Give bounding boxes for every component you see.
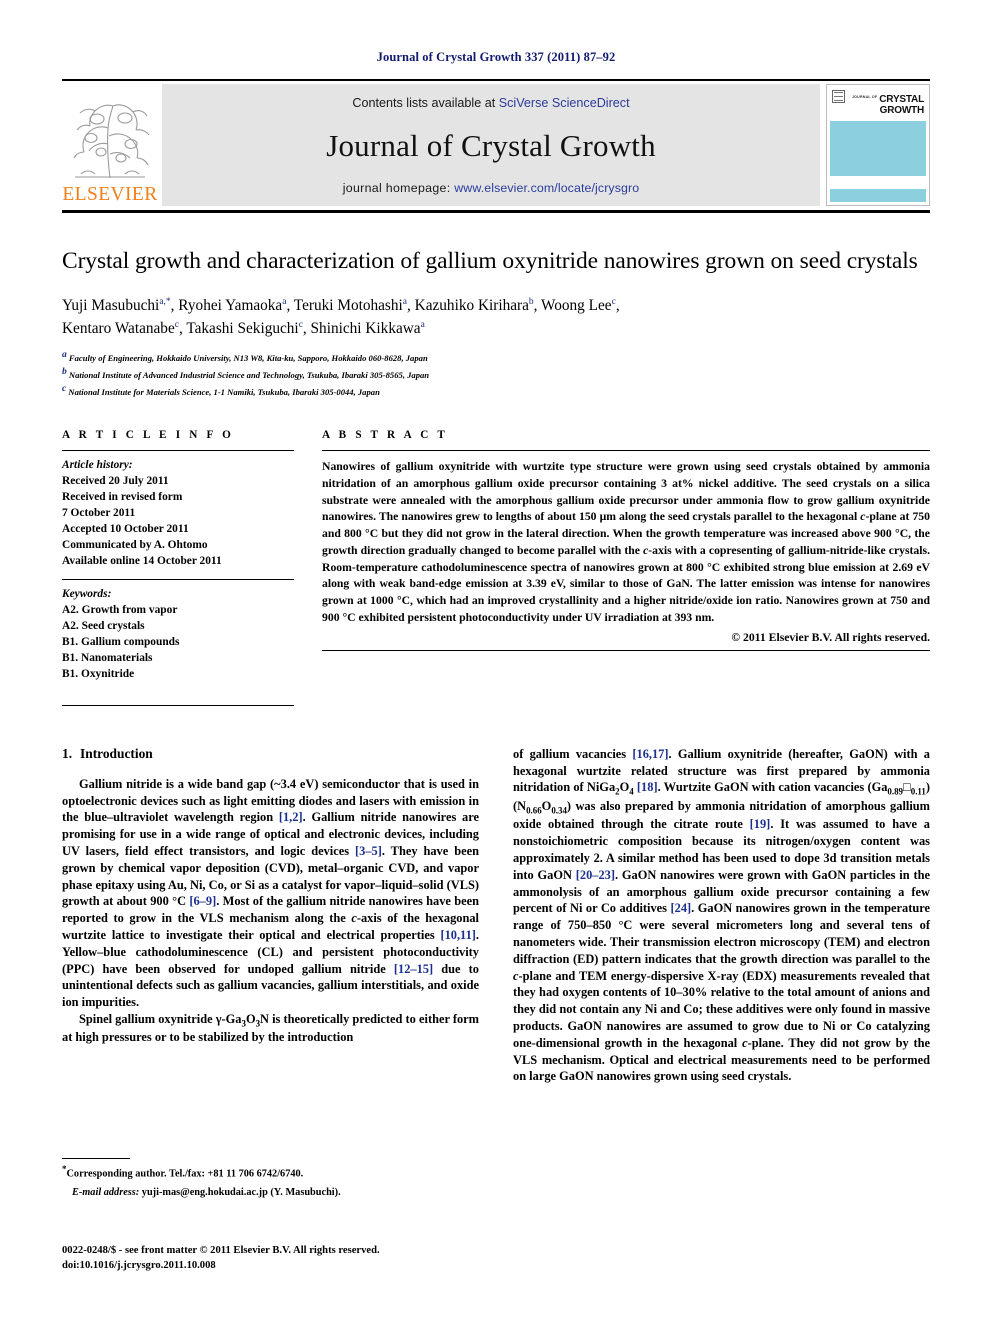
journal-cover-thumbnail[interactable]: JOURNAL OF CRYSTAL GROWTH xyxy=(826,84,930,206)
article-info-rule-top xyxy=(62,450,294,452)
article-page: Journal of Crystal Growth 337 (2011) 87–… xyxy=(0,0,992,1323)
homepage-link[interactable]: www.elsevier.com/locate/jcrysgro xyxy=(454,181,639,195)
email-label: E-mail address: xyxy=(72,1187,140,1199)
cover-band-primary xyxy=(830,120,926,176)
cover-header: JOURNAL OF CRYSTAL GROWTH xyxy=(830,88,926,119)
abstract-rule-bottom xyxy=(322,649,930,651)
footnote-rule xyxy=(62,1158,130,1159)
keyword-item: B1. Oxynitride xyxy=(62,667,135,680)
affiliation-b-text: National Institute of Advanced Industria… xyxy=(68,369,430,380)
body-column-right: of gallium vacancies [16,17]. Gallium ox… xyxy=(513,746,930,1085)
article-info-rule-bottom xyxy=(62,704,294,706)
article-info-column: A R T I C L E I N F O Article history: R… xyxy=(62,429,294,706)
elsevier-logo: ELSEVIER xyxy=(62,84,158,206)
journal-banner: Contents lists available at SciVerse Sci… xyxy=(162,84,820,206)
body-columns: 1. Introduction Gallium nitride is a wide… xyxy=(62,746,930,1085)
intro-paragraph-1: Gallium nitride is a wide band gap (~3.4… xyxy=(62,776,479,1010)
cover-title-line1: JOURNAL OF CRYSTAL xyxy=(848,90,924,106)
article-info-heading: A R T I C L E I N F O xyxy=(62,429,235,442)
cover-band-white xyxy=(830,175,926,190)
body-column-left: 1. Introduction Gallium nitride is a wide… xyxy=(62,746,479,1085)
author-list: Yuji Masubuchia,*, Ryohei Yamaokaa, Teru… xyxy=(62,295,930,341)
keyword-item: A2. Growth from vapor xyxy=(62,603,178,616)
keywords-label: Keywords: xyxy=(62,587,112,600)
history-item: 7 October 2011 xyxy=(62,507,136,520)
corresponding-author-text: Corresponding author. Tel./fax: +81 11 7… xyxy=(66,1168,304,1180)
affiliation-list: a Faculty of Engineering, Hokkaido Unive… xyxy=(62,348,930,400)
abstract-heading: A B S T R A C T xyxy=(322,429,449,442)
history-label: Article history: xyxy=(62,459,133,472)
affiliation-c-text: National Institute for Materials Science… xyxy=(68,386,380,397)
cover-kicker: JOURNAL OF xyxy=(851,94,878,99)
affiliation-c: c National Institute for Materials Scien… xyxy=(62,384,380,397)
email-note: E-mail address: yuji-mas@eng.hokudai.ac.… xyxy=(62,1186,466,1201)
intro-paragraph-2-continued: of gallium vacancies [16,17]. Gallium ox… xyxy=(513,746,931,1084)
keyword-list: Keywords: A2. Growth from vapor A2. Seed… xyxy=(62,587,294,683)
page-title: Crystal growth and characterization of g… xyxy=(62,248,918,274)
history-item: Received in revised form xyxy=(62,491,183,504)
corresponding-author-note: *Corresponding author. Tel./fax: +81 11 … xyxy=(62,1163,466,1182)
email-address[interactable]: yuji-mas@eng.hokudai.ac.jp (Y. Masubuchi… xyxy=(142,1187,341,1198)
article-info-rule-mid xyxy=(62,578,294,580)
sciencedirect-link[interactable]: SciVerse ScienceDirect xyxy=(499,96,630,110)
journal-title: Journal of Crystal Growth xyxy=(326,128,656,163)
cover-title-block: JOURNAL OF CRYSTAL GROWTH xyxy=(848,90,924,117)
doi-line[interactable]: doi:10.1016/j.jcrysgro.2011.10.008 xyxy=(62,1258,482,1273)
author-line-2: Kentaro Watanabec, Takashi Sekiguchic, S… xyxy=(62,319,425,337)
issn-block: 0022-0248/$ - see front matter © 2011 El… xyxy=(62,1243,482,1273)
issn-line: 0022-0248/$ - see front matter © 2011 El… xyxy=(62,1245,380,1256)
affiliation-a-text: Faculty of Engineering, Hokkaido Univers… xyxy=(68,352,428,363)
elsevier-wordmark: ELSEVIER xyxy=(62,183,158,205)
elsevier-tree-icon xyxy=(73,103,150,178)
history-item: Accepted 10 October 2011 xyxy=(62,523,189,536)
history-item: Received 20 July 2011 xyxy=(62,475,169,488)
abstract-copyright: © 2011 Elsevier B.V. All rights reserved… xyxy=(731,630,930,644)
affiliation-a: a Faculty of Engineering, Hokkaido Unive… xyxy=(62,349,428,363)
abstract-text: Nanowires of gallium oxynitride with wur… xyxy=(322,460,930,624)
cover-word-crystal: CRYSTAL xyxy=(879,94,924,105)
history-item: Available online 14 October 2011 xyxy=(62,555,222,567)
cover-emblem-icon xyxy=(832,90,845,103)
section-heading-introduction: 1. Introduction xyxy=(62,746,479,762)
cover-band-secondary xyxy=(830,189,926,203)
footnote-block: *Corresponding author. Tel./fax: +81 11 … xyxy=(62,1158,466,1201)
article-history: Article history: Received 20 July 2011 R… xyxy=(62,458,294,570)
author-line-1: Yuji Masubuchia,*, Ryohei Yamaokaa, Teru… xyxy=(62,296,620,314)
masthead-bottom-rule xyxy=(62,210,930,213)
homepage-prefix: journal homepage: xyxy=(342,181,455,195)
abstract-rule-top xyxy=(322,450,930,452)
keyword-item: A2. Seed crystals xyxy=(62,619,145,632)
homepage-line: journal homepage: www.elsevier.com/locat… xyxy=(343,181,639,195)
section-number: 1. xyxy=(62,745,73,761)
info-abstract-section: A R T I C L E I N F O Article history: R… xyxy=(62,429,930,706)
cover-word-growth: GROWTH xyxy=(879,105,925,117)
running-head: Journal of Crystal Growth 337 (2011) 87–… xyxy=(376,50,616,64)
header-rule xyxy=(62,79,930,81)
keyword-item: B1. Gallium compounds xyxy=(62,635,180,648)
journal-masthead: ELSEVIER Contents lists available at Sci… xyxy=(62,84,930,206)
contents-line: Contents lists available at SciVerse Sci… xyxy=(352,96,629,110)
history-item: Communicated by A. Ohtomo xyxy=(62,539,208,552)
section-title: Introduction xyxy=(80,745,153,761)
intro-paragraph-2-start: Spinel gallium oxynitride γ-Ga3O3N is th… xyxy=(62,1011,479,1045)
keyword-item: B1. Nanomaterials xyxy=(62,651,153,664)
contents-prefix: Contents lists available at xyxy=(352,96,499,110)
abstract-column: A B S T R A C T Nanowires of gallium oxy… xyxy=(322,429,930,706)
affiliation-b: b National Institute of Advanced Industr… xyxy=(62,366,430,380)
